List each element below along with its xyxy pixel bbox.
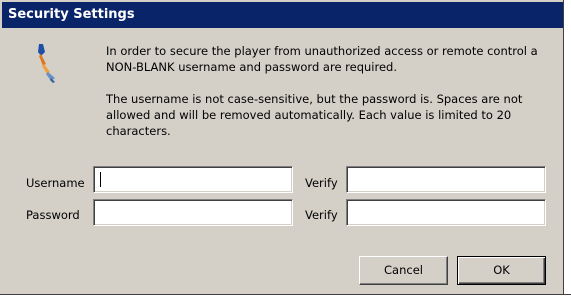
security-settings-dialog: Security Settings In order to secure the… [0,0,571,298]
text-caret [100,172,101,187]
ok-button[interactable]: OK [457,256,546,285]
username-input[interactable] [93,166,293,193]
window-border-right [563,0,571,298]
username-verify-label: Verify [305,176,338,190]
message-paragraph-2: The username is not case-sensitive, but … [106,92,523,138]
password-verify-input[interactable] [346,199,546,226]
window-border-bottom [0,294,571,298]
password-input[interactable] [93,199,293,226]
password-verify-label: Verify [305,208,338,222]
dialog-title: Security Settings [2,2,563,28]
username-verify-input[interactable] [346,166,546,193]
message-paragraph-1: In order to secure the player from unaut… [106,44,538,74]
password-label: Password [26,208,80,222]
security-key-icon [38,44,55,83]
username-label: Username [26,176,85,190]
cancel-button[interactable]: Cancel [359,256,448,285]
